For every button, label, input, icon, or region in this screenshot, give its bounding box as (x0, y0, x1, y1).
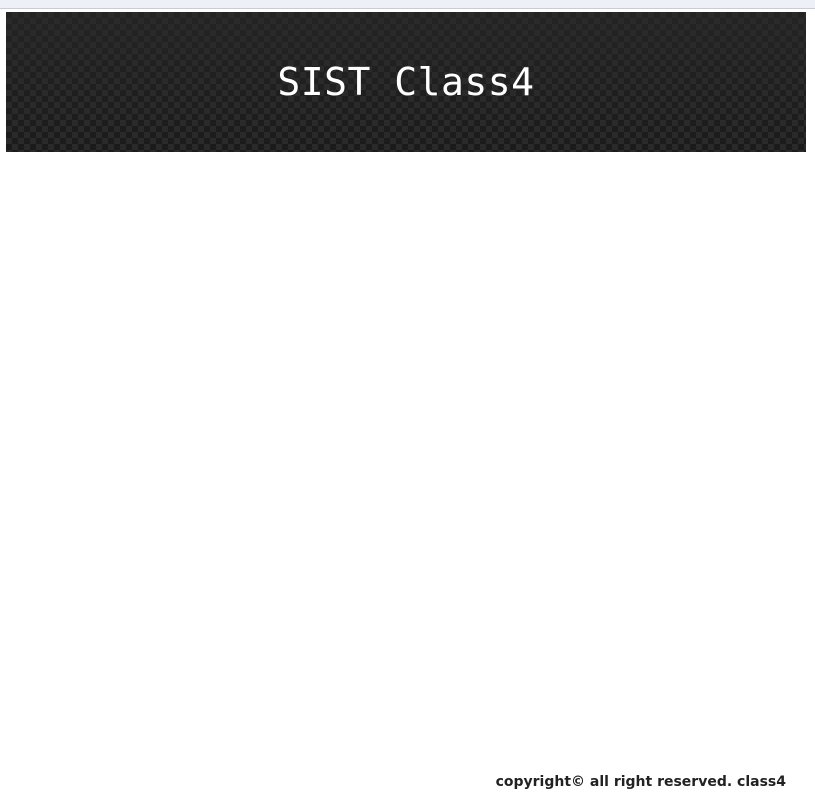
page: SIST Class4 copyright© all right reserve… (0, 0, 815, 808)
site-title: SIST Class4 (277, 60, 535, 104)
browser-toolbar-edge (0, 0, 815, 9)
copyright-footer: copyright© all right reserved. class4 (495, 774, 786, 790)
site-header: SIST Class4 (6, 12, 806, 152)
